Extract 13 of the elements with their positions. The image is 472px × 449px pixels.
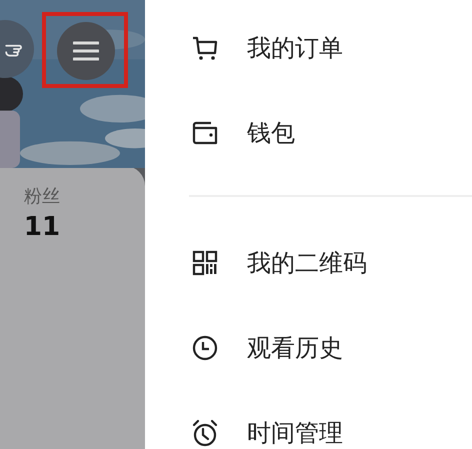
menu-item[interactable]: 我的二维码: [191, 241, 472, 285]
alarm-clock-icon: [191, 419, 219, 447]
stat-value: 11: [24, 212, 60, 242]
cart-icon: [191, 34, 219, 62]
wallet-icon: [191, 119, 219, 147]
menu-icon: [73, 41, 99, 61]
menu-item[interactable]: 我的订单: [191, 26, 472, 70]
menu-item[interactable]: 时间管理: [191, 411, 472, 449]
menu-item[interactable]: 观看历史: [191, 326, 472, 370]
menu-item[interactable]: 钱包: [191, 111, 472, 155]
stat-label: 粉丝: [24, 185, 60, 208]
clock-icon: [191, 334, 219, 362]
qr-code-icon: [191, 249, 219, 277]
